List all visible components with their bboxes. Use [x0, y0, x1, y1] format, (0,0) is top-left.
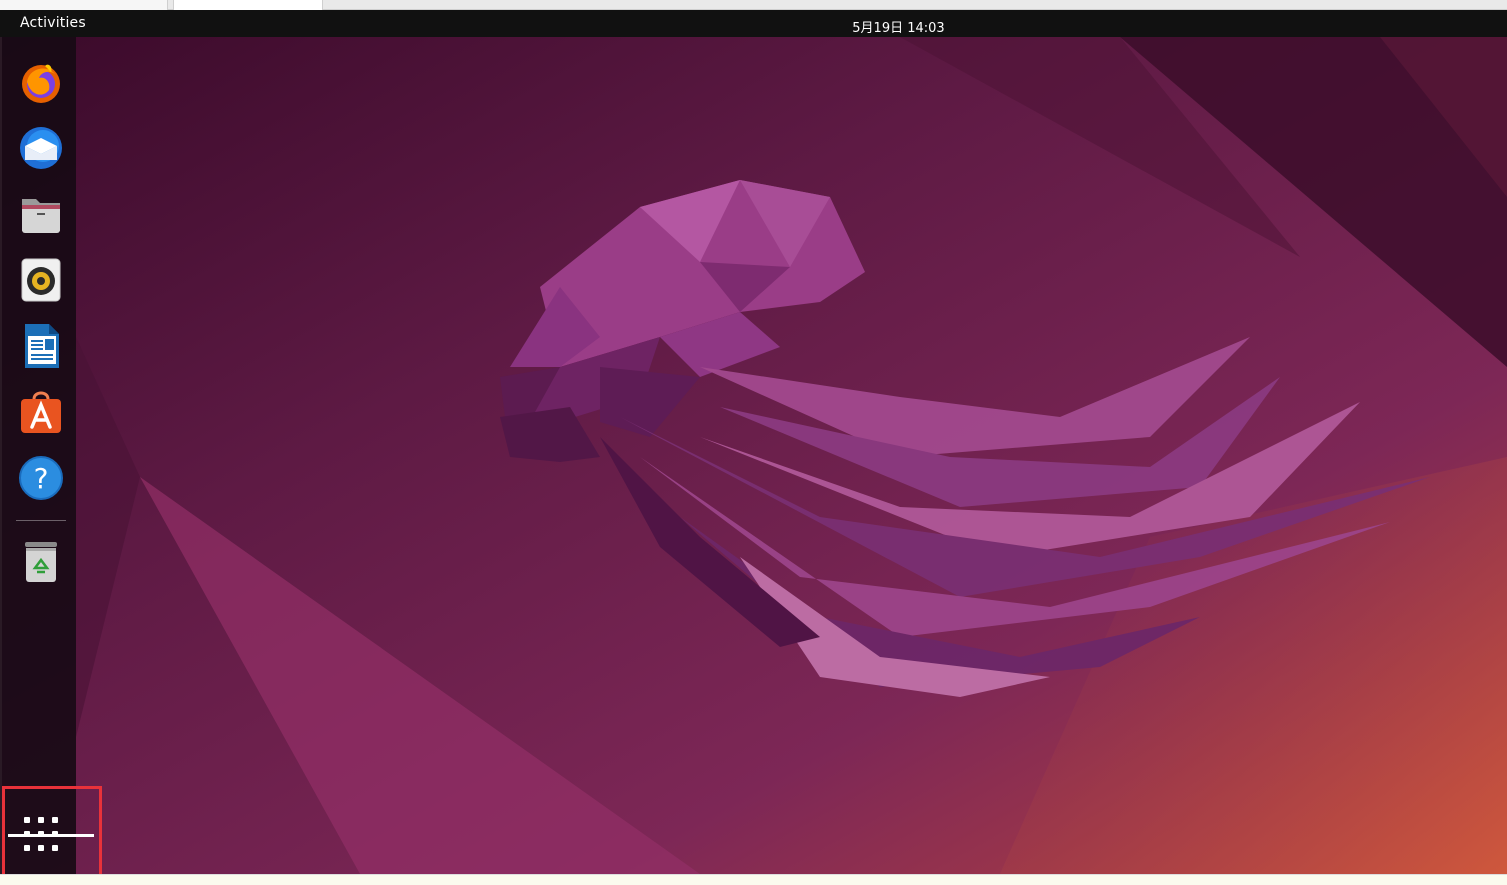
rhythmbox-icon	[21, 258, 61, 302]
jellyfish-wallpaper	[0, 37, 1507, 874]
host-tab[interactable]	[0, 0, 168, 10]
top-bar: Activities 5月19日 14:03	[0, 10, 1507, 37]
dock: ?	[0, 37, 76, 874]
help-icon: ?	[19, 456, 63, 500]
grid-dot	[52, 817, 58, 823]
host-bottom-strip	[0, 874, 1507, 885]
ubuntu-software-icon	[21, 391, 61, 433]
clock-label: 5月19日 14:03	[852, 21, 945, 36]
grid-dot	[38, 845, 44, 851]
clock-datetime[interactable]: 5月19日 14:03	[0, 17, 1507, 36]
firefox-icon	[22, 64, 60, 103]
dock-item-thunderbird[interactable]	[16, 123, 66, 173]
show-applications-indicator	[8, 834, 94, 837]
host-tab-active[interactable]	[173, 0, 323, 10]
dock-item-libreoffice-writer[interactable]	[16, 321, 66, 371]
help-icon-glyph: ?	[34, 462, 49, 495]
dock-item-ubuntu-software[interactable]	[16, 387, 66, 437]
grid-dot	[52, 845, 58, 851]
thunderbird-icon	[20, 127, 62, 169]
dock-separator	[16, 520, 66, 521]
trash-icon	[25, 542, 57, 582]
dock-item-trash[interactable]	[16, 537, 66, 587]
dock-item-rhythmbox[interactable]	[16, 255, 66, 305]
grid-dot	[24, 817, 30, 823]
dock-item-help[interactable]: ?	[16, 453, 66, 503]
grid-dot	[38, 817, 44, 823]
desktop-background[interactable]	[0, 37, 1507, 874]
libreoffice-writer-icon	[25, 324, 59, 368]
files-icon	[22, 199, 60, 233]
dock-item-firefox[interactable]	[16, 57, 66, 107]
dock-item-files[interactable]	[16, 189, 66, 239]
host-window-tabstrip	[0, 0, 1507, 10]
grid-dot	[24, 845, 30, 851]
